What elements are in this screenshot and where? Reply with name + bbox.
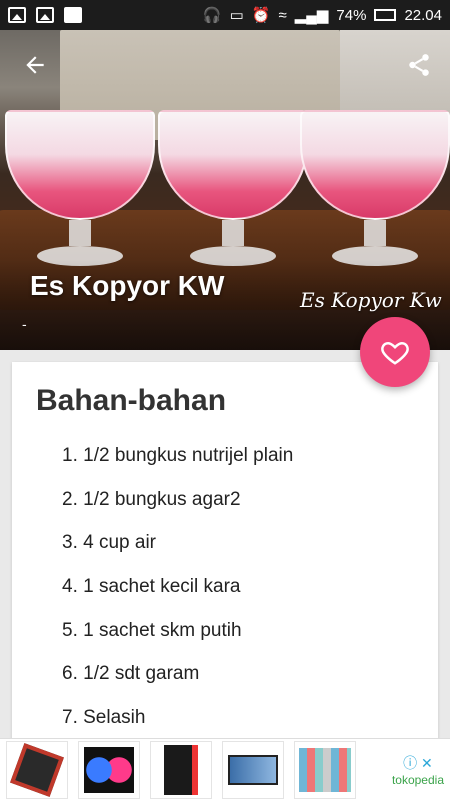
- gallery-icon: [36, 7, 54, 23]
- ad-brand-logo[interactable]: ⓘ ✕ tokopedia: [392, 753, 444, 787]
- signal-icon: ▂▄▆: [294, 7, 329, 24]
- ad-product-monitor[interactable]: [222, 740, 284, 799]
- gallery-icon: [8, 7, 26, 23]
- image-watermark: Es Kopyor Kw: [300, 288, 442, 312]
- dessert-glass: [158, 110, 308, 266]
- share-button[interactable]: [406, 52, 436, 82]
- recipe-title: Es Kopyor KW: [30, 270, 225, 301]
- recipe-subtitle: -: [22, 316, 27, 332]
- rotate-icon: ▭: [229, 7, 244, 24]
- ad-brand-name: tokopedia: [391, 772, 444, 787]
- ingredient-list: 1. 1/2 bungkus nutrijel plain 2. 1/2 bun…: [62, 444, 293, 742]
- chat-icon: [64, 7, 82, 23]
- list-item: 6. 1/2 sdt garam: [62, 663, 200, 685]
- section-heading: Bahan-bahan: [36, 384, 227, 417]
- back-button[interactable]: [18, 52, 52, 82]
- ad-product-phone-cases[interactable]: [294, 740, 356, 799]
- info-icon[interactable]: ⓘ ✕: [403, 753, 433, 773]
- ad-product-rgb-fans[interactable]: [78, 740, 140, 799]
- clock: 22.04: [404, 6, 442, 24]
- ad-product-cpu-cooler[interactable]: [6, 740, 68, 799]
- status-bar: 🎧 ▭ ⏰ ≈ ▂▄▆ 74% 22.04: [0, 0, 450, 30]
- favorite-button[interactable]: [360, 317, 430, 387]
- battery-icon: [374, 9, 397, 21]
- list-item: 1. 1/2 bungkus nutrijel plain: [62, 445, 294, 466]
- dessert-glass: [300, 110, 450, 266]
- list-item: 3. 4 cup air: [62, 532, 156, 554]
- arrow-left-icon: [26, 56, 44, 74]
- heart-icon: [381, 341, 409, 365]
- wifi-icon: ≈: [278, 6, 287, 24]
- battery-percent: 74%: [336, 6, 367, 24]
- list-item: 2. 1/2 bungkus agar2: [62, 488, 241, 510]
- dessert-glass: [5, 110, 155, 266]
- ad-banner[interactable]: ⓘ ✕ tokopedia: [0, 738, 450, 800]
- alarm-icon: ⏰: [251, 7, 271, 24]
- list-item: 4. 1 sachet kecil kara: [62, 576, 241, 598]
- ingredients-card: Bahan-bahan 1. 1/2 bungkus nutrijel plai…: [12, 362, 438, 742]
- recipe-hero-image: Es Kopyor KW - Es Kopyor Kw: [0, 30, 450, 350]
- ad-product-pc-case[interactable]: [150, 740, 212, 799]
- list-item: 5. 1 sachet skm putih: [62, 619, 242, 641]
- headphones-icon: 🎧: [202, 7, 222, 24]
- share-icon: [409, 54, 429, 76]
- list-item: 7. Selasih: [62, 707, 146, 729]
